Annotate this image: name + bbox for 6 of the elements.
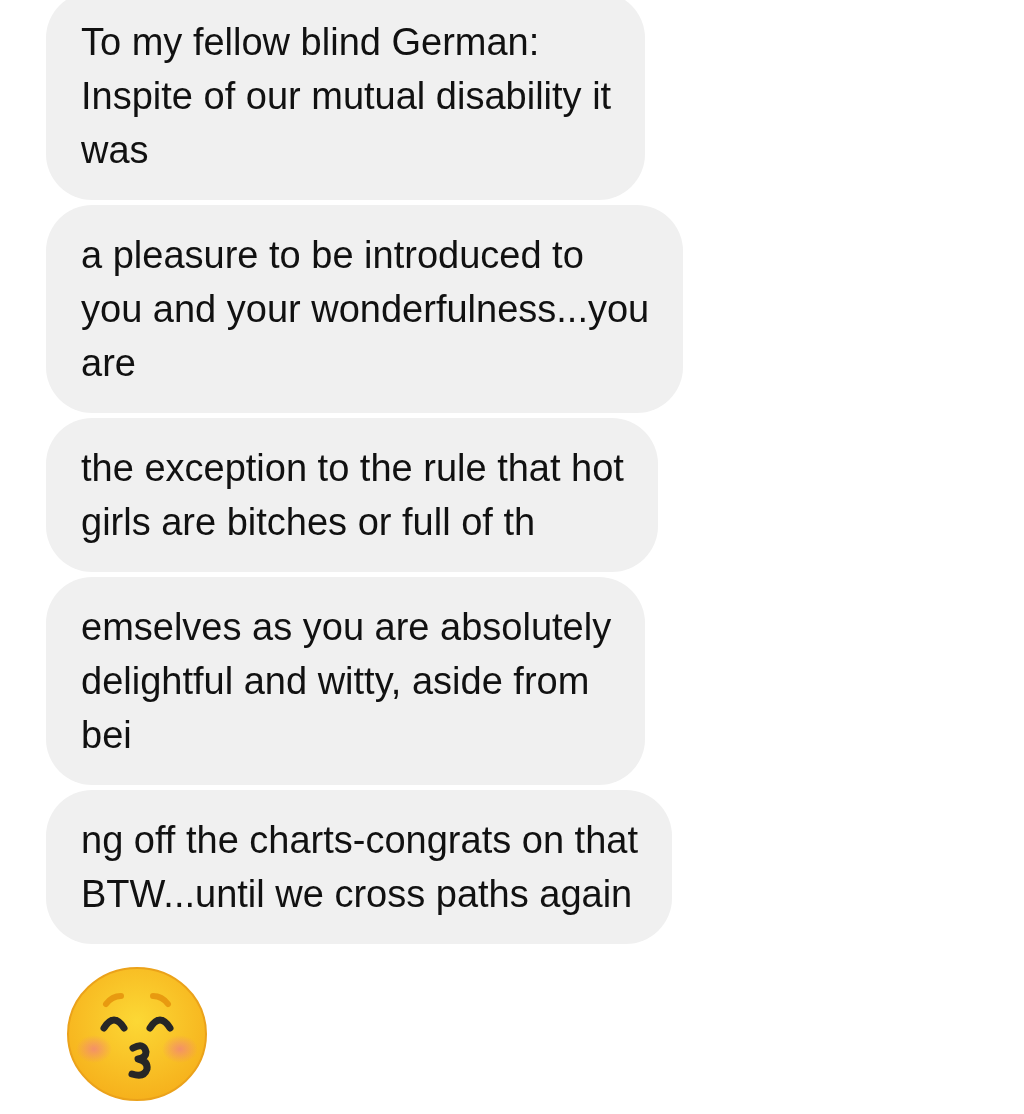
message-bubble: To my fellow blind German: Inspite of our mutual disability it was <box>46 0 646 200</box>
message-bubble: ng off the charts-congrats on that BTW...until we cross paths again <box>46 790 672 944</box>
message-bubble: the exception to the rule that hot girls are bitches or full of th <box>46 418 658 572</box>
message-bubble: a pleasure to be introduced to you and your wonderfulness...you are <box>46 205 684 413</box>
kissing-face-icon <box>66 966 208 1102</box>
message-bubble: emselves as you are absolutely delightful and witty, aside from bei <box>46 577 646 785</box>
